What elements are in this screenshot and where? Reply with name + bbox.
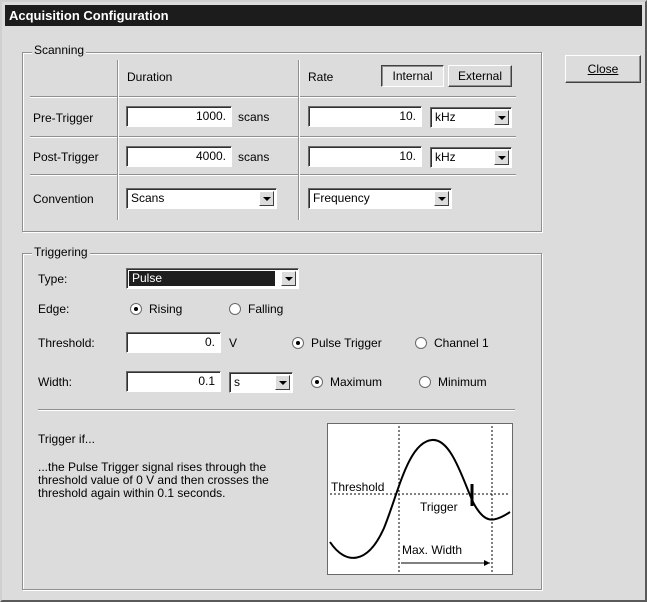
scanning-grid-line [30, 174, 516, 176]
convention-duration-select[interactable]: Scans [126, 188, 277, 209]
source-channel-1-radio[interactable] [415, 337, 427, 349]
post-trigger-label: Post-Trigger [33, 150, 99, 164]
width-input[interactable]: 0.1 [126, 371, 221, 392]
type-label: Type: [38, 272, 68, 286]
threshold-unit: V [229, 336, 238, 350]
diagram-threshold-label: Threshold [331, 480, 385, 494]
threshold-input[interactable]: 0. [126, 332, 221, 353]
edge-rising-radio[interactable] [130, 303, 142, 315]
diagram-width-label: Max. Width [402, 543, 463, 557]
threshold-label: Threshold: [38, 336, 95, 350]
trigger-diagram: Threshold Trigger Max. Width [327, 423, 513, 575]
window-title: Acquisition Configuration [9, 8, 169, 23]
convention-label: Convention [33, 192, 94, 206]
trigger-description: ...the Pulse Trigger signal rises throug… [38, 461, 269, 500]
acquisition-configuration-dialog: Acquisition Configuration Close Scanning… [0, 0, 647, 602]
edge-falling-radio[interactable] [229, 303, 241, 315]
scanning-grid-line [30, 136, 516, 138]
trigger-type-select[interactable]: Pulse [126, 268, 299, 289]
pre-trigger-rate-unit-select[interactable]: kHz [430, 107, 512, 128]
width-label: Width: [38, 375, 73, 389]
trigger-if-heading: Trigger if... [38, 432, 95, 446]
width-maximum-radio[interactable] [311, 376, 323, 388]
scanning-grid-line [30, 96, 516, 98]
width-minimum-label: Minimum [438, 375, 487, 389]
external-clock-button[interactable]: External [448, 65, 512, 87]
edge-falling-label: Falling [248, 302, 284, 316]
source-pulse-trigger-label: Pulse Trigger [311, 336, 382, 350]
close-button[interactable]: Close [565, 55, 641, 83]
chevron-down-icon[interactable] [281, 271, 296, 286]
chevron-down-icon[interactable] [275, 375, 290, 390]
post-trigger-duration-unit: scans [238, 150, 270, 164]
chevron-down-icon[interactable] [494, 150, 509, 165]
rate-column-header: Rate [308, 70, 334, 84]
triggering-separator [38, 409, 515, 411]
duration-column-header: Duration [127, 70, 173, 84]
post-trigger-duration-input[interactable]: 4000. [126, 146, 232, 167]
source-pulse-trigger-radio[interactable] [292, 337, 304, 349]
chevron-down-icon[interactable] [259, 191, 274, 206]
trigger-description-line: threshold again within 0.1 seconds. [38, 486, 226, 500]
pre-trigger-rate-input[interactable]: 10. [308, 106, 422, 127]
chevron-down-icon[interactable] [434, 191, 449, 206]
diagram-trigger-label: Trigger [420, 500, 458, 514]
scanning-grid-line [298, 60, 300, 220]
width-maximum-label: Maximum [330, 375, 383, 389]
post-trigger-rate-unit-select[interactable]: kHz [430, 147, 512, 168]
edge-rising-label: Rising [149, 302, 183, 316]
convention-rate-select[interactable]: Frequency [308, 188, 452, 209]
pre-trigger-duration-unit: scans [238, 110, 270, 124]
title-bar[interactable]: Acquisition Configuration [5, 5, 642, 26]
width-unit-select[interactable]: s [229, 372, 293, 393]
post-trigger-rate-input[interactable]: 10. [308, 146, 422, 167]
pre-trigger-duration-input[interactable]: 1000. [126, 106, 232, 127]
pre-trigger-label: Pre-Trigger [33, 111, 94, 125]
edge-label: Edge: [38, 302, 70, 316]
scanning-group-label: Scanning [32, 43, 87, 57]
source-channel-1-label: Channel 1 [434, 336, 489, 350]
width-minimum-radio[interactable] [419, 376, 431, 388]
chevron-down-icon[interactable] [494, 110, 509, 125]
triggering-group-label: Triggering [32, 245, 90, 259]
internal-clock-button[interactable]: Internal [381, 65, 444, 87]
scanning-grid-line [117, 60, 119, 220]
